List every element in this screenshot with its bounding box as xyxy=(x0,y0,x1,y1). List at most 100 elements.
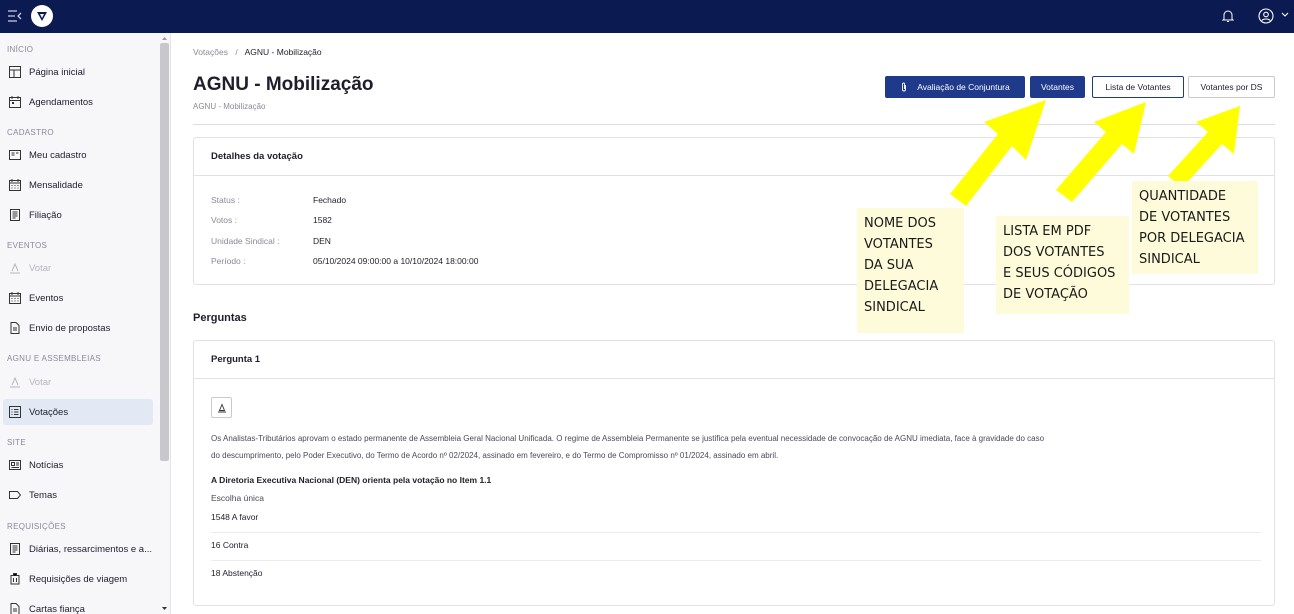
app-logo[interactable] xyxy=(31,5,53,27)
option-label: 16 Contra xyxy=(211,540,249,550)
question-title: Pergunta 1 xyxy=(194,341,1274,379)
sidebar-item-eventos[interactable]: Eventos xyxy=(3,285,153,311)
sidebar-item-label: Filiação xyxy=(29,209,62,221)
notification-bell-icon[interactable] xyxy=(1221,9,1235,23)
note-line: DOS VOTANTES xyxy=(1003,245,1105,260)
avaliacao-de-conjuntura-button[interactable]: Avaliação de Conjuntura xyxy=(885,76,1025,98)
note-line: DA SUA xyxy=(864,258,914,273)
sidebar-item-filiacao[interactable]: Filiação xyxy=(3,202,153,228)
question-type: Escolha única xyxy=(211,493,264,503)
sidebar-scrollbar[interactable] xyxy=(160,35,169,612)
sidebar-item-label: Notícias xyxy=(29,459,64,471)
option-row: 16 Contra xyxy=(211,533,1261,561)
question-text: Os Analistas-Tributários aprovam o estad… xyxy=(211,430,1211,464)
option-label: 18 Abstenção xyxy=(211,568,263,578)
top-navbar xyxy=(0,0,1294,33)
annotation-note-lista: LISTA EM PDF DOS VOTANTES E SEUS CÓDIGOS… xyxy=(996,216,1129,314)
luggage-icon xyxy=(10,573,20,585)
option-row: 1548 A favor xyxy=(211,505,1261,533)
sidebar-section-agnu: AGNU E ASSEMBLEIAS xyxy=(7,354,101,363)
sidebar-item-temas[interactable]: Temas xyxy=(3,482,153,508)
sidebar-item-label: Votações xyxy=(29,406,69,418)
sidebar-section-site: SITE xyxy=(7,438,26,447)
annotation-note-votantes: NOME DOS VOTANTES DA SUA DELEGACIA SINDI… xyxy=(857,208,964,333)
paperclip-icon xyxy=(902,82,907,92)
question-orientation: A Diretoria Executiva Nacional (DEN) ori… xyxy=(211,475,492,485)
note-line: DELEGACIA xyxy=(864,279,939,294)
sidebar-item-label: Meu cadastro xyxy=(29,149,87,161)
note-line: POR DELEGACIA xyxy=(1139,231,1245,246)
sidebar-item-label: Eventos xyxy=(29,292,64,304)
sidebar-item-label: Diárias, ressarcimentos e a... xyxy=(29,543,153,555)
document-icon xyxy=(10,543,20,555)
scroll-down-icon[interactable] xyxy=(161,606,168,612)
question-text-line: Os Analistas-Tributários aprovam o estad… xyxy=(211,434,1045,443)
calendar-icon xyxy=(9,96,21,108)
sidebar-item-label: Cartas fiança xyxy=(29,603,85,614)
sidebar-item-diarias[interactable]: Diárias, ressarcimentos e a... xyxy=(3,536,153,562)
vote-icon xyxy=(10,376,20,388)
breadcrumb-parent-link[interactable]: Votações xyxy=(193,47,228,57)
user-account-icon[interactable] xyxy=(1258,8,1274,24)
sidebar-item-pagina-inicial[interactable]: Página inicial xyxy=(3,59,153,85)
detail-key: Votos : xyxy=(211,215,237,225)
scroll-up-icon[interactable] xyxy=(161,35,168,41)
sidebar-item-votar-eventos[interactable]: Votar xyxy=(3,255,153,281)
id-card-icon xyxy=(9,150,21,160)
sidebar-item-meu-cadastro[interactable]: Meu cadastro xyxy=(3,142,153,168)
sidebar-item-mensalidade[interactable]: Mensalidade xyxy=(3,172,153,198)
question-text-line: do descumprimento, pelo Poder Executivo,… xyxy=(211,451,779,460)
detail-key: Período : xyxy=(211,256,246,266)
breadcrumb-separator: / xyxy=(235,47,238,57)
vote-result-button[interactable] xyxy=(211,397,232,418)
file-icon xyxy=(10,322,20,334)
sidebar-item-noticias[interactable]: Notícias xyxy=(3,452,153,478)
collapse-menu-icon[interactable] xyxy=(8,10,22,22)
page-subtitle: AGNU - Mobilização xyxy=(193,102,266,111)
option-row: 18 Abstenção xyxy=(211,561,1261,589)
question-body: Os Analistas-Tributários aprovam o estad… xyxy=(194,379,1274,607)
sidebar-item-votacoes[interactable]: Votações xyxy=(3,399,153,425)
sidebar-item-requisicoes-de-viagem[interactable]: Requisições de viagem xyxy=(3,566,153,592)
option-label: 1548 A favor xyxy=(211,512,259,522)
sidebar-item-label: Votar xyxy=(29,262,52,274)
note-line: VOTANTES xyxy=(864,237,933,252)
page-title: AGNU - Mobilização xyxy=(193,74,374,95)
note-line: SINDICAL xyxy=(864,300,925,315)
annotation-arrow-votantes xyxy=(950,100,1046,206)
file-icon xyxy=(10,603,20,614)
sidebar-item-label: Requisições de viagem xyxy=(29,573,128,585)
vote-icon xyxy=(10,262,20,274)
chevron-down-icon[interactable] xyxy=(1281,12,1289,18)
detail-key: Unidade Sindical : xyxy=(211,236,280,246)
question-card: Pergunta 1 Os Analistas-Tributários apro… xyxy=(193,340,1275,606)
breadcrumb: Votações / AGNU - Mobilização xyxy=(193,47,322,57)
tag-icon xyxy=(9,491,21,499)
annotation-arrow-ds xyxy=(1168,106,1240,188)
note-line: SINDICAL xyxy=(1139,252,1200,267)
sidebar-item-envio-de-propostas[interactable]: Envio de propostas xyxy=(3,315,153,341)
sidebar-section-inicio: INÍCIO xyxy=(7,45,34,54)
detail-key: Status : xyxy=(211,195,240,205)
sidebar-item-cartas-fianca[interactable]: Cartas fiança xyxy=(3,596,153,614)
sidebar-item-agendamentos[interactable]: Agendamentos xyxy=(3,89,153,115)
votantes-button[interactable]: Votantes xyxy=(1030,76,1085,98)
annotation-note-ds: QUANTIDADE DE VOTANTES POR DELEGACIA SIN… xyxy=(1132,181,1258,274)
sidebar-item-votar-agnu[interactable]: Votar xyxy=(3,369,153,395)
perguntas-heading: Perguntas xyxy=(193,312,247,324)
sidebar-section-cadastro: CADASTRO xyxy=(7,128,54,137)
sidebar-item-label: Página inicial xyxy=(29,66,85,78)
avaliacao-button-label: Avaliação de Conjuntura xyxy=(917,82,1010,92)
note-line: LISTA EM PDF xyxy=(1003,224,1092,239)
votantes-por-ds-button[interactable]: Votantes por DS xyxy=(1188,76,1275,98)
news-icon xyxy=(9,460,21,470)
detail-value: Fechado xyxy=(313,195,347,205)
sidebar-item-label: Agendamentos xyxy=(29,96,93,108)
detail-value: 05/10/2024 09:00:00 a 10/10/2024 18:00:0… xyxy=(313,256,479,266)
note-line: NOME DOS xyxy=(864,216,937,231)
list-icon xyxy=(9,406,21,418)
sidebar: INÍCIO Página inicial Agendamentos CADAS… xyxy=(0,33,171,614)
note-line: DE VOTANTES xyxy=(1139,210,1231,225)
lista-de-votantes-button[interactable]: Lista de Votantes xyxy=(1092,76,1184,98)
scrollbar-thumb[interactable] xyxy=(160,43,169,461)
